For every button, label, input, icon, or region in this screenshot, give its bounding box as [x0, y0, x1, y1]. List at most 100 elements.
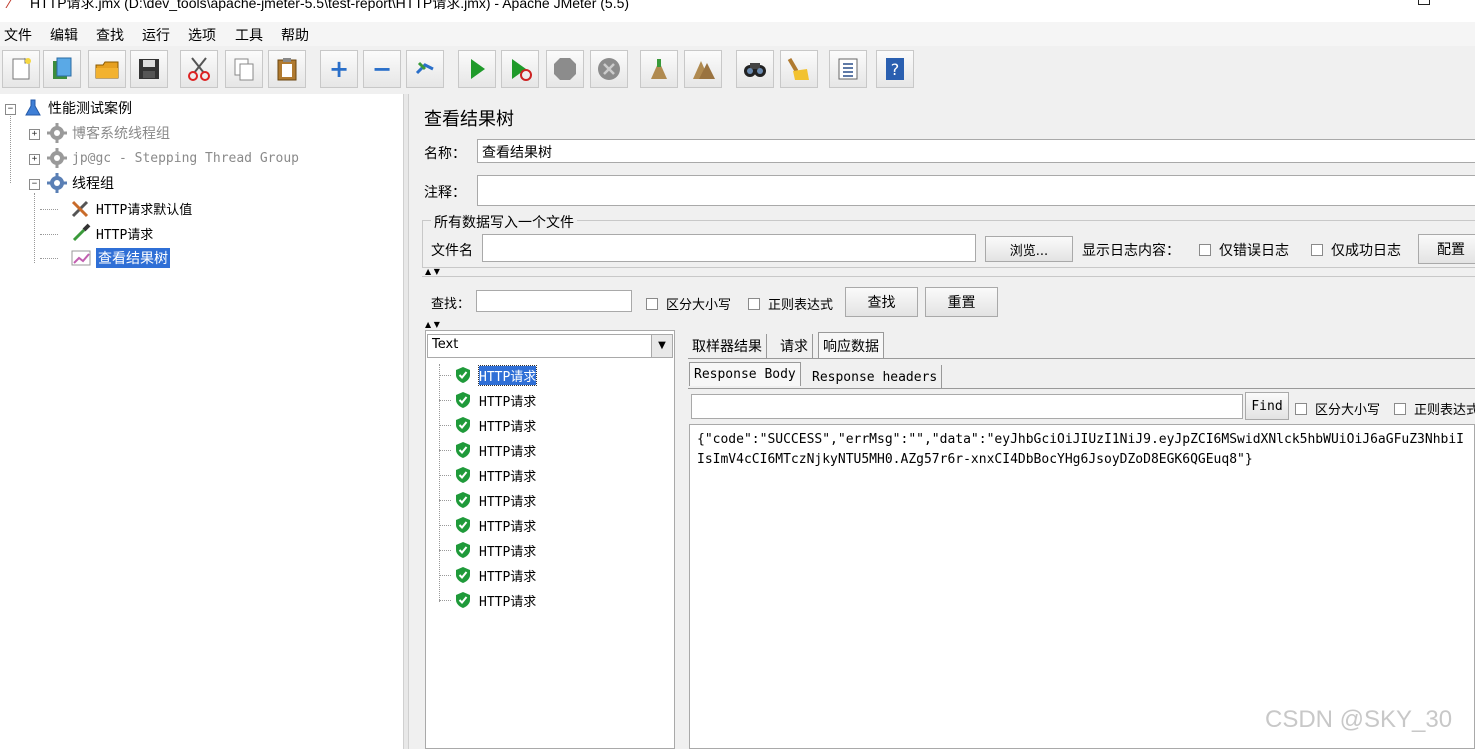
menu-file[interactable]: 文件	[4, 25, 32, 45]
menu-options[interactable]: 选项	[188, 25, 216, 45]
expand-toggle[interactable]: +	[29, 129, 40, 140]
success-only-checkbox[interactable]: 仅成功日志	[1311, 240, 1401, 260]
gear-icon	[46, 123, 68, 143]
tab-response-body[interactable]: Response Body	[689, 362, 801, 386]
result-item[interactable]: HTTP请求	[439, 364, 538, 386]
result-item[interactable]: HTTP请求	[439, 589, 536, 611]
response-regex-checkbox[interactable]: 正则表达式	[1394, 399, 1475, 418]
expand-icon[interactable]: +	[320, 50, 358, 88]
case-sensitive-label: 区分大小写	[666, 298, 732, 313]
chart-icon	[70, 248, 92, 268]
save-icon[interactable]	[130, 50, 168, 88]
result-item-label: HTTP请求	[479, 419, 537, 435]
tree-label: 查看结果树	[96, 248, 170, 268]
paste-icon[interactable]	[268, 50, 306, 88]
new-icon[interactable]	[2, 50, 40, 88]
menu-edit[interactable]: 编辑	[50, 25, 78, 45]
case-sensitive-checkbox[interactable]: 区分大小写	[646, 294, 731, 313]
toggle-icon[interactable]	[406, 50, 444, 88]
wrench-icon	[70, 198, 92, 218]
reset-search-icon[interactable]	[780, 50, 818, 88]
tree-label: 博客系统线程组	[72, 126, 170, 142]
success-shield-icon	[456, 592, 470, 608]
menu-help[interactable]: 帮助	[281, 25, 309, 45]
tree-item-http-request[interactable]: HTTP请求	[70, 222, 153, 244]
pipette-icon	[70, 223, 92, 243]
window-title: HTTP请求.jmx (D:\dev_tools\apache-jmeter-5…	[30, 0, 630, 11]
clear-icon[interactable]	[640, 50, 678, 88]
shutdown-icon[interactable]	[590, 50, 628, 88]
result-item-label: HTTP请求	[479, 494, 537, 510]
split-arrows-icon[interactable]: ▲ ▼	[425, 321, 440, 329]
result-item[interactable]: HTTP请求	[439, 439, 536, 461]
renderer-value: Text	[432, 337, 459, 352]
tab-request[interactable]: 请求	[776, 334, 813, 358]
regex-checkbox[interactable]: 正则表达式	[748, 294, 833, 313]
browse-button[interactable]: 浏览...	[985, 236, 1073, 262]
tab-sampler-result[interactable]: 取样器结果	[688, 334, 767, 358]
configure-button[interactable]: 配置	[1418, 234, 1475, 264]
response-find-button[interactable]: Find	[1245, 392, 1289, 420]
menu-run[interactable]: 运行	[142, 25, 170, 45]
start-no-pause-icon[interactable]	[501, 50, 539, 88]
menu-search[interactable]: 查找	[96, 25, 124, 45]
expand-toggle[interactable]: +	[29, 154, 40, 165]
view-results-tree-panel: 查看结果树 名称： 查看结果树 注释： 所有数据写入一个文件 文件名 浏览...…	[409, 94, 1475, 749]
comment-label: 注释：	[424, 185, 466, 201]
gear-icon	[46, 173, 68, 193]
comment-field[interactable]	[477, 175, 1475, 206]
tree-item-threadgroup[interactable]: 线程组	[46, 172, 114, 194]
tree-item-view-results-tree[interactable]: 查看结果树	[70, 247, 170, 269]
regex-label: 正则表达式	[768, 298, 834, 313]
tree-item-http-defaults[interactable]: HTTP请求默认值	[70, 197, 192, 219]
filename-label: 文件名	[431, 243, 473, 259]
response-body-line: {"code":"SUCCESS","errMsg":"","data":"ey…	[697, 432, 1465, 447]
copy-icon[interactable]	[225, 50, 263, 88]
search-label: 查找：	[431, 297, 471, 312]
find-button[interactable]: 查找	[845, 287, 918, 317]
collapse-icon[interactable]: −	[363, 50, 401, 88]
result-item[interactable]: HTTP请求	[439, 539, 536, 561]
menu-tools[interactable]: 工具	[235, 25, 263, 45]
filename-field[interactable]	[482, 234, 976, 262]
stop-icon[interactable]	[546, 50, 584, 88]
collapse-toggle[interactable]: −	[5, 104, 16, 115]
start-icon[interactable]	[458, 50, 496, 88]
tab-response-headers[interactable]: Response headers	[808, 365, 943, 389]
result-item[interactable]: HTTP请求	[439, 489, 537, 511]
search-input[interactable]	[476, 290, 632, 312]
result-item[interactable]: HTTP请求	[439, 514, 537, 536]
maximize-button[interactable]	[1418, 0, 1430, 5]
result-item[interactable]: HTTP请求	[439, 564, 536, 586]
renderer-select[interactable]: Text ▼	[427, 334, 673, 358]
help-icon[interactable]: ?	[876, 50, 914, 88]
reset-button[interactable]: 重置	[925, 287, 998, 317]
result-item-label: HTTP请求	[479, 519, 537, 535]
result-item[interactable]: HTTP请求	[439, 414, 537, 436]
result-item[interactable]: HTTP请求	[439, 389, 536, 411]
templates-icon[interactable]	[43, 50, 81, 88]
open-icon[interactable]	[88, 50, 126, 88]
name-field[interactable]: 查看结果树	[477, 139, 1475, 163]
response-find-input[interactable]	[691, 394, 1243, 419]
result-item-label: HTTP请求	[479, 469, 537, 485]
tree-root[interactable]: 性能测试案例	[22, 97, 132, 119]
response-case-label: 区分大小写	[1315, 403, 1381, 418]
function-helper-icon[interactable]	[829, 50, 867, 88]
panel-title: 查看结果树	[424, 109, 514, 130]
cut-icon[interactable]	[180, 50, 218, 88]
response-case-checkbox[interactable]: 区分大小写	[1295, 399, 1380, 418]
result-item[interactable]: HTTP请求	[439, 464, 537, 486]
log-content-label: 显示日志内容：	[1082, 243, 1180, 259]
clear-all-icon[interactable]	[684, 50, 722, 88]
search-icon[interactable]	[736, 50, 774, 88]
errors-only-checkbox[interactable]: 仅错误日志	[1199, 240, 1289, 260]
tab-response-data[interactable]: 响应数据	[818, 332, 884, 358]
split-arrows-icon[interactable]: ▲ ▼	[425, 268, 440, 276]
response-body-area[interactable]: {"code":"SUCCESS","errMsg":"","data":"ey…	[689, 424, 1475, 749]
tree-label: jp@gc - Stepping Thread Group	[72, 150, 299, 166]
tree-item-stepping-threadgroup[interactable]: jp@gc - Stepping Thread Group	[46, 147, 299, 169]
collapse-toggle[interactable]: −	[29, 179, 40, 190]
test-plan-icon	[22, 98, 44, 118]
tree-item-blog-threadgroup[interactable]: 博客系统线程组	[46, 122, 170, 144]
